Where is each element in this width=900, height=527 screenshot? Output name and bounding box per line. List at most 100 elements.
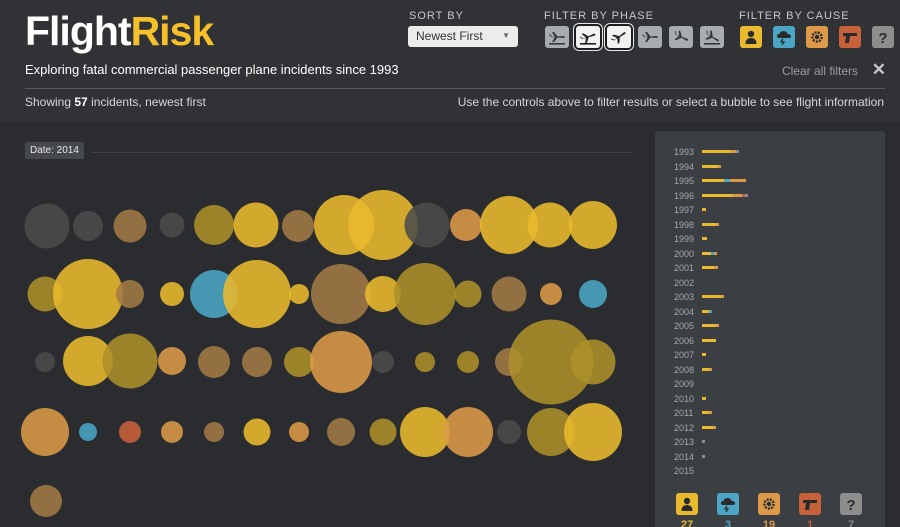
- timeline-bar[interactable]: [702, 237, 707, 240]
- incident-bubble[interactable]: [311, 264, 371, 324]
- incident-bubble[interactable]: [73, 211, 103, 241]
- incident-bubble[interactable]: [24, 203, 70, 249]
- incident-bubble[interactable]: [394, 263, 456, 325]
- incident-bubble[interactable]: [21, 408, 69, 456]
- timeline-year-label: 2014: [674, 451, 695, 462]
- incident-bubble[interactable]: [79, 423, 97, 441]
- timeline-bar[interactable]: [709, 309, 712, 313]
- incident-bubble[interactable]: [35, 352, 55, 372]
- timeline-bar[interactable]: [702, 208, 706, 211]
- timeline-bar[interactable]: [716, 324, 719, 327]
- timeline-bar[interactable]: [702, 222, 716, 226]
- timeline-bar[interactable]: [714, 251, 717, 255]
- timeline-year-label: 2003: [674, 292, 695, 302]
- incident-bubble[interactable]: [310, 331, 372, 393]
- incident-bubble[interactable]: [569, 201, 617, 249]
- incident-bubble[interactable]: [443, 407, 493, 457]
- timeline-year-label: 2011: [674, 408, 694, 418]
- incident-bubble[interactable]: [284, 347, 314, 377]
- timeline-year-label: 2010: [674, 393, 695, 404]
- timeline-bar[interactable]: [713, 425, 716, 429]
- timeline-year-label: 2008: [674, 364, 695, 375]
- incident-bubble[interactable]: [564, 403, 622, 461]
- cause-count: 3: [724, 519, 732, 527]
- timeline-bar[interactable]: [745, 193, 748, 197]
- incident-bubble[interactable]: [454, 280, 482, 308]
- timeline-year-label: 1994: [674, 161, 695, 172]
- incident-bubble[interactable]: [53, 259, 123, 329]
- timeline-year-label: 1998: [674, 219, 695, 230]
- timeline-bar[interactable]: [714, 266, 718, 269]
- incident-bubble[interactable]: [327, 418, 355, 446]
- incident-bubble[interactable]: [223, 260, 291, 328]
- timeline-bar[interactable]: [702, 266, 714, 269]
- gun-icon[interactable]: [799, 493, 821, 515]
- timeline-bar[interactable]: [702, 295, 721, 298]
- timeline-bar[interactable]: [736, 150, 739, 153]
- incident-bubble[interactable]: [102, 333, 158, 389]
- timeline-bar[interactable]: [733, 193, 742, 197]
- incident-bubble[interactable]: [160, 282, 184, 306]
- incident-bubble[interactable]: [198, 346, 230, 378]
- timeline-bar[interactable]: [702, 179, 724, 182]
- incident-bubble[interactable]: [400, 407, 450, 457]
- incident-bubble[interactable]: [497, 420, 521, 444]
- incident-bubble[interactable]: [116, 280, 144, 308]
- incident-bubble[interactable]: [119, 421, 141, 443]
- timeline-bar[interactable]: [702, 150, 730, 153]
- incident-bubble[interactable]: [369, 418, 397, 446]
- incident-bubble[interactable]: [450, 209, 482, 241]
- incident-bubble[interactable]: [204, 422, 224, 442]
- incident-bubble[interactable]: [491, 276, 527, 312]
- timeline-year-label: 2012: [674, 422, 695, 433]
- incident-bubble[interactable]: [579, 280, 607, 308]
- timeline-bar[interactable]: [702, 251, 711, 255]
- timeline-bar[interactable]: [702, 309, 709, 313]
- timeline-bar[interactable]: [702, 454, 705, 458]
- incident-bubble[interactable]: [243, 418, 271, 446]
- incident-bubble[interactable]: [289, 284, 309, 304]
- timeline-bar[interactable]: [702, 164, 718, 168]
- weather-icon[interactable]: [717, 493, 739, 515]
- incident-bubble[interactable]: [372, 351, 394, 373]
- timeline-year-label: 1993: [674, 147, 695, 157]
- timeline-year-label: 1997: [674, 205, 695, 215]
- incident-bubble[interactable]: [30, 485, 62, 517]
- timeline-bar[interactable]: [702, 338, 716, 342]
- timeline-bar[interactable]: [702, 193, 733, 197]
- incident-bubble[interactable]: [457, 351, 479, 373]
- timeline-bar[interactable]: [702, 425, 713, 429]
- incident-bubble[interactable]: [540, 283, 562, 305]
- timeline-bar[interactable]: [702, 353, 706, 356]
- cause-count: 19: [762, 519, 776, 527]
- timeline-bar[interactable]: [709, 411, 712, 414]
- cause-count: 7: [847, 519, 855, 527]
- timeline-bar[interactable]: [721, 295, 724, 298]
- incident-bubble[interactable]: [113, 209, 147, 243]
- timeline-bar[interactable]: [702, 367, 709, 371]
- timeline-bar[interactable]: [730, 179, 746, 182]
- timeline-bar[interactable]: [702, 324, 716, 327]
- timeline-bar[interactable]: [718, 164, 721, 168]
- timeline-bar[interactable]: [709, 367, 712, 371]
- incident-bubble[interactable]: [233, 202, 279, 248]
- timeline-bar[interactable]: [702, 411, 709, 414]
- timeline-bar[interactable]: [702, 440, 705, 443]
- timeline-bar[interactable]: [716, 222, 719, 226]
- cause-count: 27: [680, 519, 694, 527]
- gear-icon[interactable]: [758, 493, 780, 515]
- incident-bubble[interactable]: [159, 212, 185, 238]
- timeline-bar[interactable]: [702, 396, 706, 400]
- incident-bubble[interactable]: [242, 347, 272, 377]
- incident-bubble[interactable]: [194, 205, 234, 245]
- incident-bubble[interactable]: [161, 421, 183, 443]
- incident-bubble[interactable]: [282, 210, 314, 242]
- incident-bubble[interactable]: [289, 422, 309, 442]
- question-icon[interactable]: ?: [840, 493, 862, 515]
- incident-bubble[interactable]: [570, 339, 616, 385]
- incident-bubble[interactable]: [158, 347, 186, 375]
- incident-bubble[interactable]: [527, 202, 573, 248]
- incident-bubble[interactable]: [415, 352, 435, 372]
- person-icon[interactable]: [676, 493, 698, 515]
- incident-bubble[interactable]: [404, 202, 450, 248]
